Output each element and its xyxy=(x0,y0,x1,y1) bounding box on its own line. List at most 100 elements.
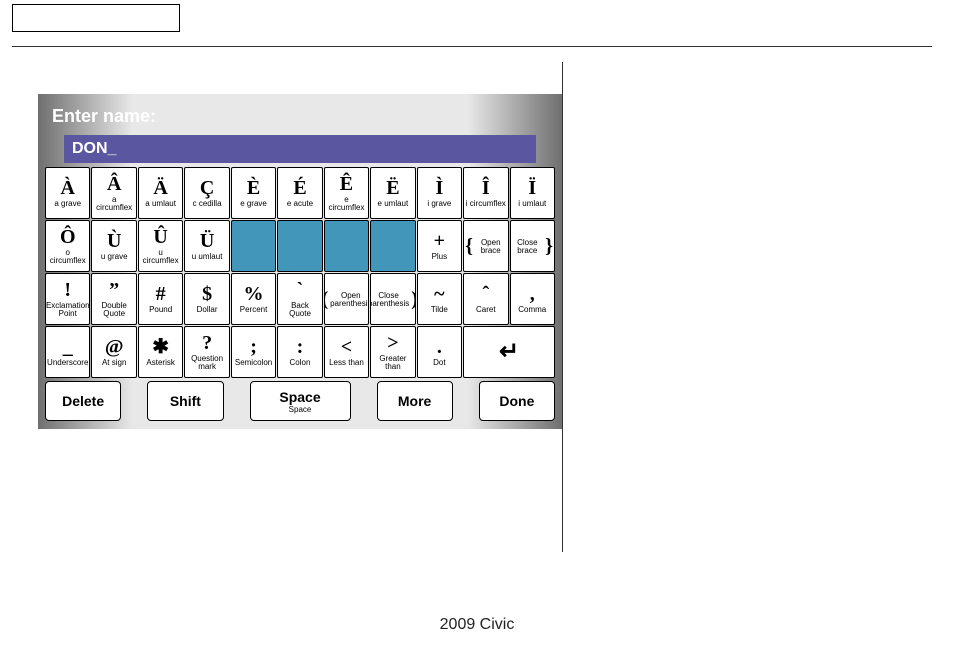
key-glyph: , xyxy=(530,284,535,304)
key-label: e acute xyxy=(287,200,313,208)
input-value: DON_ xyxy=(72,140,116,158)
char-key[interactable]: + Plus xyxy=(417,220,462,272)
key-label: Dot xyxy=(433,359,445,367)
key-glyph: Î xyxy=(482,178,490,198)
char-key[interactable]: Ìi grave xyxy=(417,167,462,219)
enter-icon: ↵ xyxy=(499,340,519,364)
key-label: Colon xyxy=(290,359,311,367)
char-key[interactable]: <Less than xyxy=(324,326,369,378)
key-glyph: < xyxy=(341,337,352,357)
char-key[interactable]: : Colon xyxy=(277,326,322,378)
char-key[interactable]: _ Underscore xyxy=(45,326,90,378)
char-key[interactable]: Ôo circumflex xyxy=(45,220,90,272)
key-label: Open brace xyxy=(475,239,507,255)
char-key[interactable]: # Pound xyxy=(138,273,183,325)
key-label: a circumflex xyxy=(93,196,134,212)
key-glyph: ✱ xyxy=(152,337,169,357)
char-key[interactable]: ,Comma xyxy=(510,273,555,325)
key-glyph: Ä xyxy=(153,178,167,198)
onscreen-keyboard-device: Enter name: DON_ Àa graveÂa circumflexÄa… xyxy=(38,94,562,429)
key-label: Tilde xyxy=(431,306,448,314)
key-label: i grave xyxy=(427,200,451,208)
key-glyph: Ç xyxy=(200,178,214,198)
char-key[interactable]: ˆCaret xyxy=(463,273,508,325)
char-key[interactable]: (Open parenthesis xyxy=(324,273,369,325)
blank-key xyxy=(324,220,369,272)
space-button[interactable]: Space Space xyxy=(250,381,351,421)
char-key[interactable]: Ûu circumflex xyxy=(138,220,183,272)
key-label: Dollar xyxy=(197,306,218,314)
char-key[interactable]: Âa circumflex xyxy=(91,167,136,219)
key-label: At sign xyxy=(102,359,126,367)
key-label: Close brace xyxy=(512,239,544,255)
key-glyph: # xyxy=(156,284,166,304)
char-key[interactable]: Îi circumflex xyxy=(463,167,508,219)
key-glyph: ) xyxy=(411,289,415,309)
key-label: Underscore xyxy=(47,359,88,367)
blank-key xyxy=(370,220,415,272)
char-key[interactable]: Üu umlaut xyxy=(184,220,229,272)
key-glyph: Ô xyxy=(60,227,76,247)
key-label: Open parenthesis xyxy=(330,292,369,308)
char-key[interactable]: Close parenthesis) xyxy=(370,273,415,325)
key-glyph: @ xyxy=(105,337,124,357)
char-key[interactable]: $Dollar xyxy=(184,273,229,325)
key-label: i circumflex xyxy=(466,200,506,208)
char-key[interactable]: Close brace} xyxy=(510,220,555,272)
key-label: Pound xyxy=(149,306,172,314)
char-key[interactable]: !Exclamation Point xyxy=(45,273,90,325)
char-key[interactable]: ✱ Asterisk xyxy=(138,326,183,378)
key-glyph: À xyxy=(61,178,75,198)
key-glyph: : xyxy=(297,337,304,357)
name-input[interactable]: DON_ xyxy=(64,135,536,163)
key-label: Plus xyxy=(432,253,448,261)
key-label: Question mark xyxy=(186,355,227,371)
char-key[interactable]: Çc cedilla xyxy=(184,167,229,219)
char-key[interactable]: ?Question mark xyxy=(184,326,229,378)
key-glyph: Ê xyxy=(340,174,353,194)
char-key[interactable]: .Dot xyxy=(417,326,462,378)
char-key[interactable]: ;Semicolon xyxy=(231,326,276,378)
key-label: Asterisk xyxy=(146,359,174,367)
char-key[interactable]: ` Back Quote xyxy=(277,273,322,325)
char-key[interactable]: Ïi umlaut xyxy=(510,167,555,219)
more-button[interactable]: More xyxy=(377,381,453,421)
key-glyph: Â xyxy=(107,174,121,194)
char-key[interactable]: Àa grave xyxy=(45,167,90,219)
char-key[interactable]: Èe grave xyxy=(231,167,276,219)
char-key[interactable]: {Open brace xyxy=(463,220,508,272)
done-button[interactable]: Done xyxy=(479,381,555,421)
key-glyph: ! xyxy=(64,280,71,300)
key-glyph: ` xyxy=(297,280,304,300)
char-key[interactable]: Ëe umlaut xyxy=(370,167,415,219)
key-glyph: Ï xyxy=(528,178,536,198)
key-glyph: É xyxy=(293,178,306,198)
key-label: u circumflex xyxy=(140,249,181,265)
key-glyph: ” xyxy=(109,280,119,300)
delete-button[interactable]: Delete xyxy=(45,381,121,421)
key-glyph: ; xyxy=(250,337,257,357)
key-glyph: + xyxy=(434,231,445,251)
key-glyph: ( xyxy=(324,289,328,309)
char-key[interactable]: Êe circumflex xyxy=(324,167,369,219)
key-label: o circumflex xyxy=(47,249,88,265)
char-key[interactable]: >Greater than xyxy=(370,326,415,378)
key-label: Greater than xyxy=(372,355,413,371)
key-label: Back Quote xyxy=(279,302,320,318)
char-key[interactable]: %Percent xyxy=(231,273,276,325)
key-glyph: Ì xyxy=(435,178,443,198)
char-key[interactable]: Ùu grave xyxy=(91,220,136,272)
key-label: u grave xyxy=(101,253,128,261)
key-glyph: } xyxy=(545,236,553,256)
char-key[interactable]: @ At sign xyxy=(91,326,136,378)
key-label: Close parenthesis xyxy=(370,292,409,308)
char-key[interactable]: ~Tilde xyxy=(417,273,462,325)
shift-button[interactable]: Shift xyxy=(147,381,223,421)
key-label: Caret xyxy=(476,306,496,314)
enter-key[interactable]: ↵ xyxy=(463,326,555,378)
char-key[interactable]: Ée acute xyxy=(277,167,322,219)
page-tab xyxy=(12,4,180,32)
char-key[interactable]: Äa umlaut xyxy=(138,167,183,219)
key-glyph: _ xyxy=(63,337,73,357)
char-key[interactable]: ”Double Quote xyxy=(91,273,136,325)
